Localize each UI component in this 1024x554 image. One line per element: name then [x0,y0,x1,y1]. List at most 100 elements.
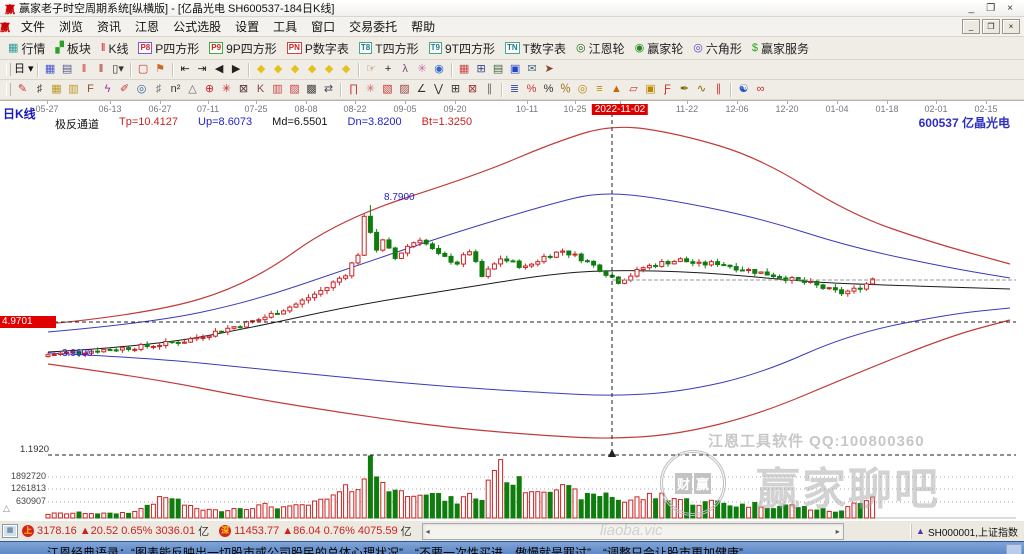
diamond-zoom-h-icon[interactable]: ◆ [287,62,304,78]
compass-tool-icon[interactable]: △ [184,82,201,98]
marker-tool-icon[interactable]: ✐ [116,82,133,98]
prev-candle-icon[interactable]: ◀ [211,62,228,78]
first-page-icon[interactable]: ⇤ [177,62,194,78]
menu-item-9[interactable]: 帮助 [404,17,442,36]
fibonacci-tool-icon[interactable]: F [82,82,99,98]
market-grid-icon[interactable]: ▦ [2,524,18,538]
wave-tool-icon[interactable]: ∿ [693,82,710,98]
golden-box-tool-icon[interactable]: ▣ [642,82,659,98]
crosshair-icon[interactable]: + [380,62,397,78]
target-tool-icon[interactable]: ⊕ [201,82,218,98]
sse-index-segment[interactable]: 上 3178.16 ▲20.52 0.65% 3036.01 亿 [22,523,209,539]
alert-pen-tool-icon[interactable]: ▲ [608,82,625,98]
globe-icon[interactable]: ◉ [431,62,448,78]
square-number-tool-icon[interactable]: n² [167,82,184,98]
golden-circle-tool-icon[interactable]: ◎ [574,82,591,98]
gann-web-icon[interactable]: ✳ [414,62,431,78]
menu-item-2[interactable]: 资讯 [90,17,128,36]
infinity-icon[interactable]: ∞ [752,82,769,98]
close-button[interactable]: × [1007,3,1013,14]
diamond-pan-right-icon[interactable]: ◆ [270,62,287,78]
golden-levels-tool-icon[interactable]: ≡ [591,82,608,98]
period-day-button[interactable]: 日 ▾ [14,62,34,78]
star-burst-tool-icon[interactable]: ✳ [218,82,235,98]
mdi-restore-button[interactable]: ❐ [982,19,1000,34]
scroll-right-button[interactable]: ▸ [833,527,843,536]
hexagon-button[interactable]: ◎六角形 [688,39,747,58]
info-panel-icon[interactable]: ▤ [59,62,76,78]
p-square-button[interactable]: P8P四方形 [133,39,204,58]
hatch-tool-icon[interactable]: ▨ [286,82,303,98]
box-top-tool-icon[interactable]: ∏ [345,82,362,98]
angle-measure-icon[interactable]: λ [397,62,414,78]
grid-lines-tool-icon[interactable]: ♯ [31,82,48,98]
f-line-tool-icon[interactable]: Ƒ [659,82,676,98]
fence-tool-icon[interactable]: ▥ [269,82,286,98]
t-number-table-button[interactable]: TNT数字表 [500,39,571,58]
zigzag-tool-icon[interactable]: ⋁ [430,82,447,98]
ladder-tool-icon[interactable]: ≣ [506,82,523,98]
parallelogram-tool-icon[interactable]: ▱ [625,82,642,98]
menu-item-0[interactable]: 文件 [14,17,52,36]
shade-box2-tool-icon[interactable]: ▨ [396,82,413,98]
calculator-icon[interactable]: ⊞ [473,62,490,78]
scale-dropdown-button[interactable]: ▯▾ [110,62,127,78]
pan-hand-icon[interactable]: ☞ [363,62,380,78]
density-lines-tool-icon[interactable]: ♯ [150,82,167,98]
diamond-zoom-v-icon[interactable]: ◆ [304,62,321,78]
winner-service-button[interactable]: $赢家服务 [747,39,814,58]
maximize-button[interactable]: ❐ [986,3,995,14]
calendar-icon[interactable]: ▦ [456,62,473,78]
kline-expand-icon[interactable]: ‖ [93,62,110,78]
p9-square-button[interactable]: P99P四方形 [204,39,281,58]
price-mark-tool-icon[interactable]: K [252,82,269,98]
channel-tool-icon[interactable]: ∥ [710,82,727,98]
send-icon[interactable]: ➤ [541,62,558,78]
menu-item-1[interactable]: 浏览 [52,17,90,36]
current-index-selector[interactable]: ▲ SH000001,上证指数 [911,524,1022,539]
gann-wheel-button[interactable]: ◎江恩轮 [571,39,630,58]
parallel-lines-tool-icon[interactable]: ∥ [481,82,498,98]
menu-item-4[interactable]: 公式选股 [166,17,228,36]
menu-item-6[interactable]: 工具 [266,17,304,36]
table-grid2-tool-icon[interactable]: ⊠ [464,82,481,98]
scroll-left-button[interactable]: ◂ [423,527,433,536]
golden-grid2-tool-icon[interactable]: ▥ [65,82,82,98]
diamond-expand-icon[interactable]: ◆ [321,62,338,78]
gold-pen-tool-icon[interactable]: ✒ [676,82,693,98]
menu-item-7[interactable]: 窗口 [304,17,342,36]
menu-item-3[interactable]: 江恩 [128,17,166,36]
cycle-circle-tool-icon[interactable]: ◎ [133,82,150,98]
t9-square-button[interactable]: T99T四方形 [424,39,500,58]
angle-line-tool-icon[interactable]: ∠ [413,82,430,98]
t-square-button[interactable]: T8T四方形 [354,39,424,58]
chart-thumbnail-icon[interactable]: ▦ [42,62,59,78]
mdi-minimize-button[interactable]: _ [962,19,980,34]
sector-button[interactable]: ▞板块 [50,39,95,58]
notebook-icon[interactable]: ▤ [490,62,507,78]
diamond-pan-left-icon[interactable]: ◆ [253,62,270,78]
last-page-icon[interactable]: ⇥ [194,62,211,78]
width-measure-tool-icon[interactable]: ⇄ [320,82,337,98]
szse-index-segment[interactable]: 深 11453.77 ▲86.04 0.76% 4075.59 亿 [219,523,411,539]
yin-yang-icon[interactable]: ☯ [735,82,752,98]
mdi-close-button[interactable]: × [1002,19,1020,34]
winner-wheel-button[interactable]: ◉赢家轮 [630,39,689,58]
next-candle-icon[interactable]: ▶ [228,62,245,78]
grid-cross-tool-icon[interactable]: ⊠ [235,82,252,98]
kline-frame-icon[interactable]: ▢ [135,62,152,78]
brush-tool-icon[interactable]: ✎ [14,82,31,98]
spiral-tool-icon[interactable]: ϟ [99,82,116,98]
diamond-fit-icon[interactable]: ◆ [338,62,355,78]
shade-box-tool-icon[interactable]: ▧ [379,82,396,98]
minimize-button[interactable]: _ [969,3,975,14]
horizontal-scrollbar[interactable]: ◂ ▸ [422,523,844,540]
quote-board-button[interactable]: ▦行情 [3,39,50,58]
menu-item-8[interactable]: 交易委托 [342,17,404,36]
chart-panel[interactable]: 日K线 600537 亿晶光电 极反通道 Tp=10.4127Up=8.6073… [0,100,1024,520]
color-flag-icon[interactable]: ⚑ [152,62,169,78]
p-number-table-button[interactable]: PNP数字表 [282,39,354,58]
menu-item-5[interactable]: 设置 [228,17,266,36]
percent2-tool-icon[interactable]: % [540,82,557,98]
mail-icon[interactable]: ✉ [524,62,541,78]
